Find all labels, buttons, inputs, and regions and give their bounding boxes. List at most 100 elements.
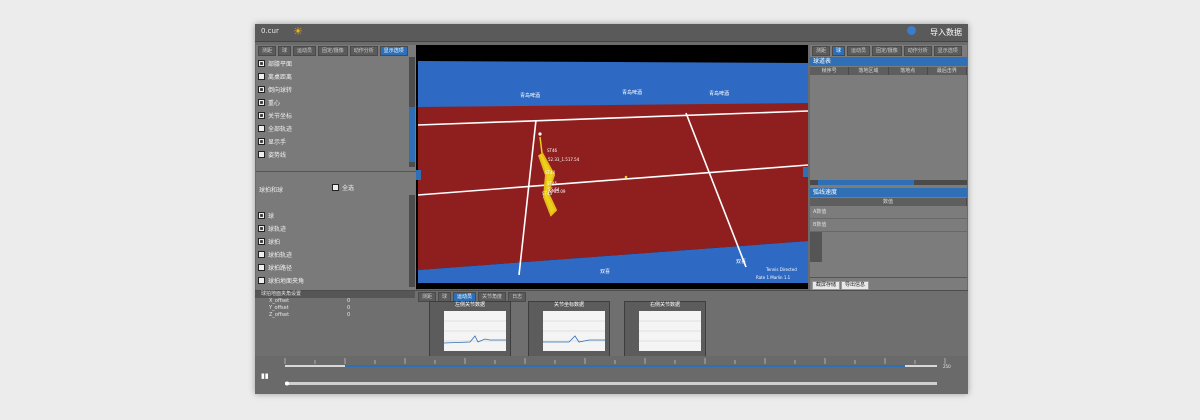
section2-title: 弧线速度	[810, 188, 967, 197]
tab-camera[interactable]: 固定/摄像	[872, 46, 902, 56]
option-label: 部膝平面	[268, 61, 293, 68]
scrollbar[interactable]	[409, 195, 415, 287]
grid1-col-1[interactable]: 帧序号	[810, 67, 850, 75]
action-bar: 截屏存储 导出信息	[810, 277, 967, 291]
bottom-banner-text-1: 双喜	[600, 268, 610, 275]
option-row[interactable]: 显示手	[258, 135, 406, 148]
checkbox[interactable]	[258, 86, 265, 93]
checkbox[interactable]	[258, 138, 265, 145]
checkbox[interactable]	[258, 151, 265, 158]
option-row[interactable]: 关节坐标	[258, 109, 406, 122]
checkbox[interactable]	[258, 212, 265, 219]
option-label: 倒向球转	[268, 87, 293, 94]
grid1-col-3[interactable]: 落地点	[889, 67, 928, 75]
checkbox[interactable]	[332, 184, 339, 191]
export-button[interactable]: 导出信息	[841, 281, 870, 290]
property-row[interactable]: Z_offset 0	[255, 312, 415, 319]
tab-player[interactable]: 运动员	[293, 46, 317, 56]
option-row[interactable]: 姿势线	[258, 148, 406, 161]
grid2-body: A数值 B数值	[810, 206, 967, 262]
scrollbar-thumb[interactable]	[409, 107, 415, 162]
option-row[interactable]: 球拍路径	[258, 261, 406, 274]
grid1-col-4[interactable]: 最后击界	[928, 67, 967, 75]
timeline-ruler[interactable]: ▮▮ 250	[255, 356, 968, 394]
checkbox[interactable]	[258, 225, 265, 232]
scrollbar-thumb[interactable]	[818, 180, 914, 185]
property-value[interactable]: 0	[347, 312, 350, 319]
checkbox[interactable]	[258, 125, 265, 132]
option-row[interactable]: 球拍地面夹角	[258, 274, 406, 287]
display-options-list: 部膝平面 离桌距离 倒向球转 重心 关节坐标 全部轨迹 显示手 姿势线	[258, 57, 406, 161]
checkbox[interactable]	[258, 238, 265, 245]
option-label: 姿势线	[268, 152, 287, 159]
option-row[interactable]: 全部轨迹	[258, 122, 406, 135]
bottom-panel: 球拍地面夹角设置 X_offset 0 Y_offset 0 Z_offset 0 测…	[255, 290, 968, 359]
property-row[interactable]: Y_offset 0	[255, 305, 415, 312]
tab-motion[interactable]: 动作分析	[349, 46, 378, 56]
tab-motion[interactable]: 动作分析	[903, 46, 932, 56]
tab-player[interactable]: 运动员	[847, 46, 871, 56]
option-label: 离桌距离	[268, 74, 293, 81]
slider-handle[interactable]	[285, 381, 289, 386]
left-collapse-arrow-icon[interactable]	[416, 170, 421, 180]
left-panel: 测距 球 运动员 固定/摄像 动作分析 显示选项 部膝平面 离桌距离 倒向球转 …	[256, 45, 417, 290]
option-label: 球拍	[268, 239, 281, 246]
option-row[interactable]: 球拍	[258, 235, 406, 248]
option-row[interactable]: 部膝平面	[258, 57, 406, 70]
option-label: 关节坐标	[268, 113, 293, 120]
grid1-col-2[interactable]: 落地区域	[849, 67, 889, 75]
option-row[interactable]: 离桌距离	[258, 70, 406, 83]
option-row[interactable]: 球拍轨迹	[258, 248, 406, 261]
tab-camera[interactable]: 固定/摄像	[318, 46, 348, 56]
horizontal-scrollbar[interactable]	[810, 180, 967, 185]
import-data-button[interactable]: 导入数据	[930, 27, 962, 38]
option-label: 球	[268, 213, 275, 220]
property-value[interactable]: 0	[347, 298, 350, 305]
property-value[interactable]: 0	[347, 305, 350, 312]
checkbox[interactable]	[258, 251, 265, 258]
right-collapse-arrow-icon[interactable]	[803, 167, 808, 177]
charts-panel: 测距 球 运动员 关节角度 日志 左侧关节数据 关节坐标数据 右侧关节数据	[416, 291, 809, 359]
grid2-col[interactable]: 数值	[810, 198, 967, 206]
joint-label-1: ST46	[547, 148, 558, 153]
option-label: 重心	[268, 100, 281, 107]
option-label: 全部轨迹	[268, 126, 293, 133]
tab-display[interactable]: 显示选项	[933, 46, 962, 56]
chart-joint-coord: 关节坐标数据	[528, 301, 610, 359]
checkbox[interactable]	[258, 60, 265, 67]
property-name: Z_offset	[269, 312, 290, 318]
option-row[interactable]: 倒向球转	[258, 83, 406, 96]
property-row[interactable]: X_offset 0	[255, 298, 415, 305]
property-name: Y_offset	[269, 305, 289, 311]
checkbox[interactable]	[258, 277, 265, 284]
import-icon[interactable]	[907, 26, 916, 35]
grid2-row[interactable]: B数值	[810, 219, 967, 232]
tab-distance[interactable]: 测距	[812, 46, 831, 56]
checkbox[interactable]	[258, 99, 265, 106]
option-row[interactable]: 球轨迹	[258, 222, 406, 235]
option-row[interactable]: 重心	[258, 96, 406, 109]
tab-display[interactable]: 显示选项	[379, 46, 408, 56]
timeline-range	[345, 365, 905, 367]
checkbox[interactable]	[258, 112, 265, 119]
tab-ball[interactable]: 球	[278, 46, 292, 56]
playback-slider[interactable]	[285, 382, 937, 385]
sun-icon[interactable]: ☀	[293, 25, 303, 38]
option-row[interactable]: 球	[258, 209, 406, 222]
section1-title: 球道表	[810, 57, 967, 66]
scrollbar[interactable]	[409, 57, 415, 167]
tab-ball[interactable]: 球	[832, 46, 846, 56]
grid2-row[interactable]: A数值	[810, 206, 967, 219]
chart-plot	[543, 311, 605, 351]
chart-title: 关节坐标数据	[553, 302, 584, 308]
property-name: X_offset	[269, 298, 290, 304]
checkbox[interactable]	[258, 264, 265, 271]
checkbox[interactable]	[258, 73, 265, 80]
screenshot-button[interactable]: 截屏存储	[812, 281, 841, 290]
select-all[interactable]: 全选	[332, 181, 354, 194]
tab-distance[interactable]: 测距	[258, 46, 277, 56]
option-label: 显示手	[268, 139, 287, 146]
court-3d-view[interactable]: ST46 52.33_1.517.54 ST48 ST45 55.64 ST43…	[416, 45, 809, 289]
right-tabs: 测距 球 运动员 固定/摄像 动作分析 显示选项	[810, 45, 967, 57]
play-icon[interactable]: ▮▮	[261, 372, 269, 380]
